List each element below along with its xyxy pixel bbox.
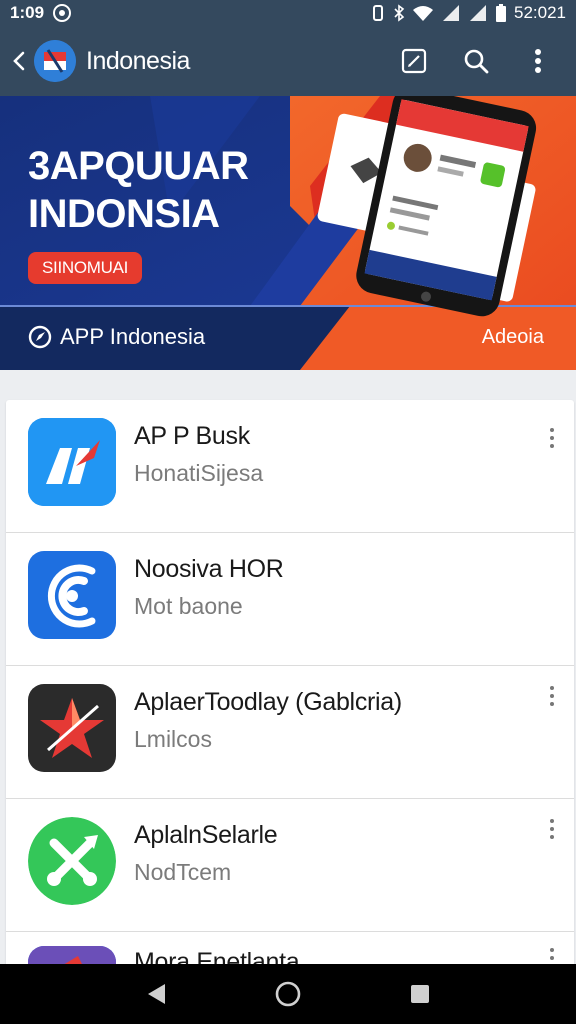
banner-headline-line1: 3APQUUAR — [28, 144, 249, 188]
banner-right-label: Adeoia — [481, 326, 544, 348]
banner-headline: 3APQUUAR INDONSIA — [28, 142, 249, 238]
banner-brand: APP Indonesia — [28, 324, 205, 350]
app-bar: Indonesia — [0, 26, 576, 96]
bluetooth-icon — [393, 4, 405, 22]
app-subtitle: Mot baone — [134, 593, 243, 619]
wifi-icon — [28, 551, 116, 639]
back-triangle-icon — [148, 984, 165, 1004]
overflow-menu-button[interactable] — [518, 41, 558, 81]
app-list: AP P Busk HonatiSijesa Noosiva HOR Mot b… — [6, 400, 574, 992]
app-title: AplalnSelarle — [134, 821, 278, 849]
recents-square-icon — [411, 985, 429, 1003]
more-vert-icon[interactable] — [542, 684, 562, 714]
back-button[interactable] — [8, 41, 30, 81]
more-vert-icon — [535, 49, 541, 73]
list-item[interactable]: AplaerToodlay (Gablcria) Lmilcos — [6, 666, 574, 799]
banner-brand-label: APP Indonesia — [60, 324, 206, 349]
star-icon — [28, 684, 116, 772]
compass-icon — [28, 325, 52, 349]
promo-banner[interactable]: 3APQUUAR INDONSIA SIINOMUAI APP Indonesi… — [0, 96, 576, 370]
status-clock: 52:021 — [514, 3, 566, 22]
app-title: AP P Busk — [134, 422, 250, 450]
edit-icon — [401, 48, 427, 74]
vibrate-icon — [370, 4, 386, 22]
flag-logo-icon — [34, 40, 76, 82]
app-title: Indonesia — [86, 46, 190, 75]
app-subtitle: NodTcem — [134, 859, 232, 885]
status-bar: 1:09 52:021 — [0, 0, 576, 26]
app-subtitle: Lmilcos — [134, 726, 212, 752]
status-time: 1:09 — [10, 3, 45, 22]
chart-icon — [28, 418, 116, 506]
chevron-left-icon — [13, 51, 25, 71]
nav-back-button[interactable] — [126, 964, 186, 1024]
home-circle-icon — [275, 981, 301, 1007]
nav-recents-button[interactable] — [390, 964, 450, 1024]
signal-icon — [441, 4, 461, 22]
battery-icon — [495, 3, 507, 23]
banner-headline-line2: INDONSIA — [28, 192, 220, 236]
app-logo — [34, 40, 76, 82]
signal-icon — [468, 4, 488, 22]
nav-home-button[interactable] — [258, 964, 318, 1024]
tools-icon — [28, 817, 116, 905]
search-button[interactable] — [456, 41, 496, 81]
list-item[interactable]: Noosiva HOR Mot baone — [6, 533, 574, 666]
whatsapp-icon — [52, 3, 72, 23]
list-item[interactable]: AP P Busk HonatiSijesa — [6, 400, 574, 533]
edit-button[interactable] — [394, 41, 434, 81]
search-icon — [464, 49, 489, 74]
app-title: Noosiva HOR — [134, 555, 284, 583]
list-item[interactable]: AplalnSelarle NodTcem — [6, 799, 574, 932]
more-vert-icon[interactable] — [542, 817, 562, 847]
more-vert-icon[interactable] — [542, 426, 562, 456]
system-nav-bar — [0, 964, 576, 1024]
app-title: AplaerToodlay (Gablcria) — [134, 688, 402, 716]
app-subtitle: HonatiSijesa — [134, 460, 264, 486]
banner-cta-button[interactable]: SIINOMUAI — [28, 252, 143, 284]
wifi-icon — [412, 4, 434, 22]
